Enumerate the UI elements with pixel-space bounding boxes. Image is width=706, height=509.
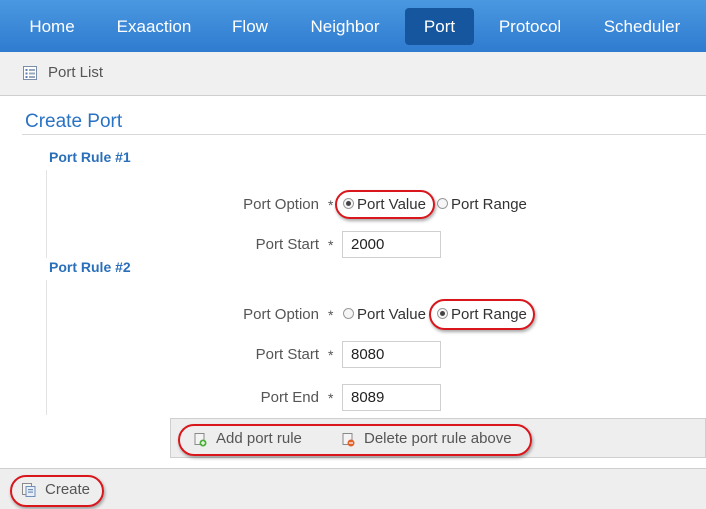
rule-1-port-range-label[interactable]: Port Range bbox=[451, 196, 527, 213]
rule-2-port-range-radio[interactable] bbox=[437, 308, 448, 319]
title-divider bbox=[22, 134, 706, 135]
nav-protocol[interactable]: Protocol bbox=[484, 8, 576, 45]
footer-bar: Create bbox=[0, 468, 706, 509]
rule-2-port-start-label: Port Start bbox=[255, 346, 319, 363]
nav-exaaction[interactable]: Exaaction bbox=[102, 8, 206, 45]
required-marker: * bbox=[328, 390, 334, 406]
create-button[interactable]: Create bbox=[45, 481, 90, 498]
create-icon bbox=[22, 483, 36, 497]
sub-toolbar: Port List bbox=[0, 52, 706, 96]
rule-1-port-start-label: Port Start bbox=[255, 236, 319, 253]
list-icon bbox=[23, 66, 37, 80]
rule-1-port-start-input[interactable] bbox=[342, 231, 441, 258]
add-port-rule-button[interactable]: Add port rule bbox=[216, 430, 302, 447]
rule-2-port-value-radio[interactable] bbox=[343, 308, 354, 319]
rule-action-bar: Add port rule Delete port rule above bbox=[170, 418, 706, 458]
rule-2-port-option-label: Port Option bbox=[243, 306, 319, 323]
rule-1-port-value-label[interactable]: Port Value bbox=[357, 196, 426, 213]
required-marker: * bbox=[328, 197, 334, 213]
rule-2-port-end-label: Port End bbox=[260, 389, 319, 406]
delete-rule-icon bbox=[342, 433, 355, 447]
rule-1-port-option-label: Port Option bbox=[243, 196, 319, 213]
rule-2-port-end-input[interactable] bbox=[342, 384, 441, 411]
rule-1-port-value-radio[interactable] bbox=[343, 198, 354, 209]
rule-2-port-start-input[interactable] bbox=[342, 341, 441, 368]
rule-2-port-value-label[interactable]: Port Value bbox=[357, 306, 426, 323]
port-list-link[interactable]: Port List bbox=[48, 64, 103, 81]
nav-neighbor[interactable]: Neighbor bbox=[296, 8, 394, 45]
required-marker: * bbox=[328, 237, 334, 253]
rule-2-divider bbox=[46, 280, 47, 415]
nav-port[interactable]: Port bbox=[405, 8, 474, 45]
rule-1-port-range-radio[interactable] bbox=[437, 198, 448, 209]
page-title: Create Port bbox=[25, 111, 123, 132]
rule-2-heading: Port Rule #2 bbox=[49, 259, 131, 275]
rule-1-divider bbox=[46, 170, 47, 258]
nav-home[interactable]: Home bbox=[14, 8, 90, 45]
required-marker: * bbox=[328, 347, 334, 363]
rule-2-port-range-label[interactable]: Port Range bbox=[451, 306, 527, 323]
rule-1-heading: Port Rule #1 bbox=[49, 149, 131, 165]
delete-port-rule-button[interactable]: Delete port rule above bbox=[364, 430, 512, 447]
top-nav: Home Exaaction Flow Neighbor Port Protoc… bbox=[0, 0, 706, 53]
nav-scheduler[interactable]: Scheduler bbox=[590, 8, 694, 45]
add-rule-icon bbox=[194, 433, 207, 447]
nav-flow[interactable]: Flow bbox=[218, 8, 282, 45]
required-marker: * bbox=[328, 307, 334, 323]
